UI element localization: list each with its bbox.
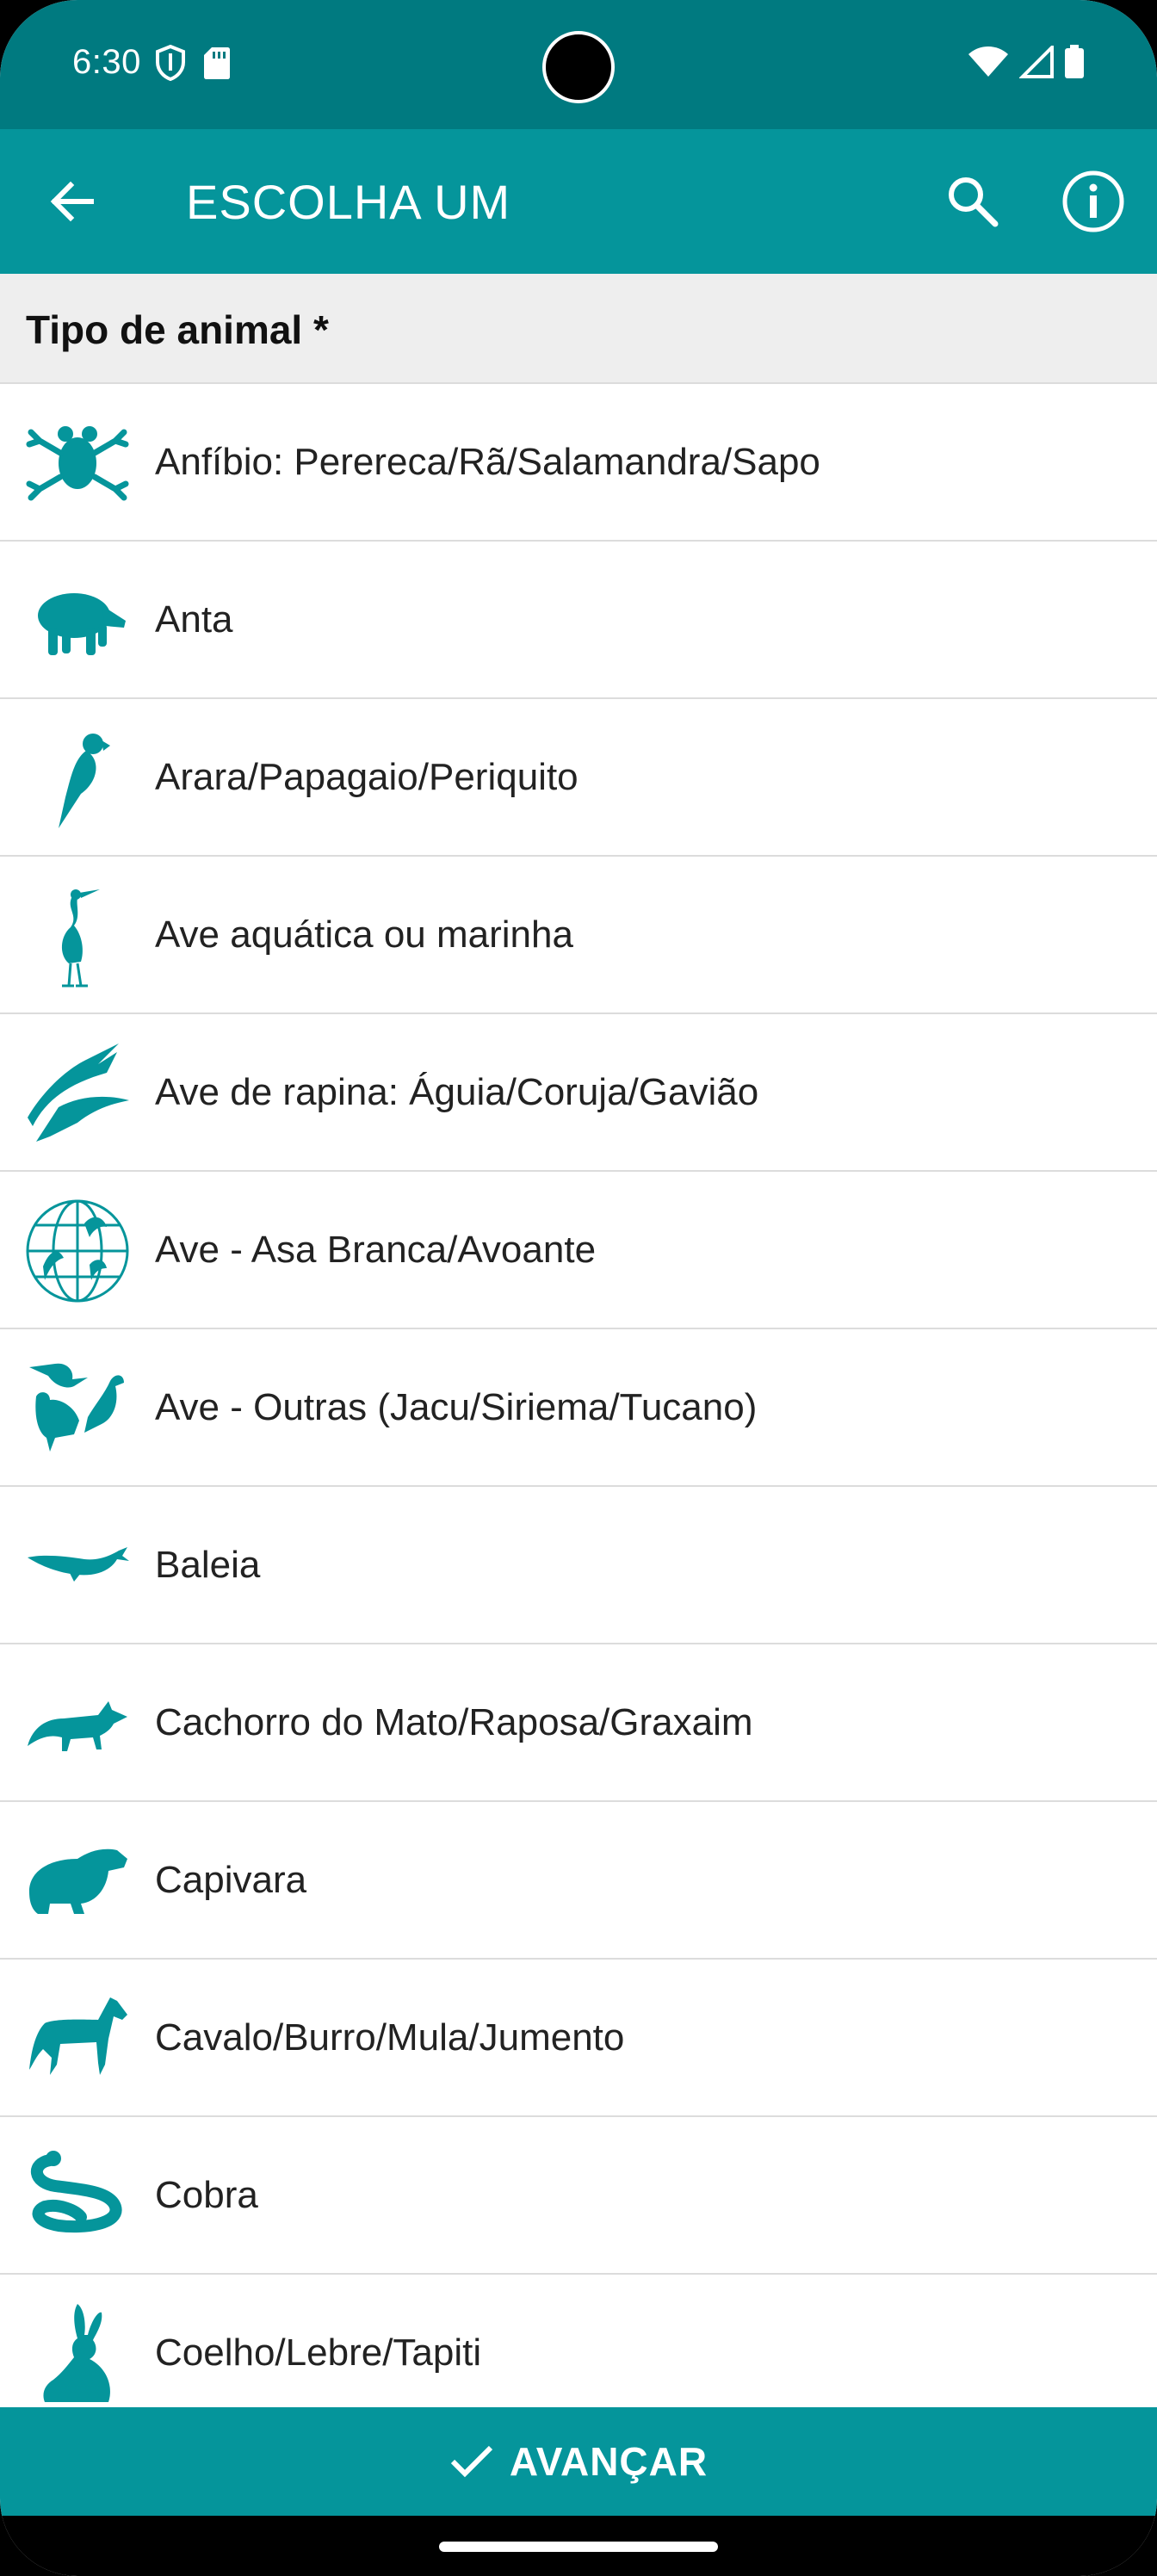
whale-icon: [28, 1547, 129, 1582]
animal-type-list: Anfíbio: Perereca/Rã/Salamandra/Sapo Ant…: [0, 384, 1157, 2407]
battery-icon: [1065, 45, 1084, 78]
wifi-icon: [968, 46, 1008, 77]
check-icon: [450, 2445, 493, 2478]
section-header: Tipo de animal *: [0, 274, 1157, 384]
capybara-icon: [29, 1848, 127, 1914]
search-icon[interactable]: [942, 170, 1004, 232]
list-item-label: Baleia: [155, 1544, 261, 1586]
list-item-cobra[interactable]: Cobra: [0, 2117, 1157, 2275]
list-item-capivara[interactable]: Capivara: [0, 1802, 1157, 1960]
signal-icon: [1019, 46, 1054, 78]
rabbit-icon: [43, 2304, 110, 2402]
page-title: ESCOLHA UM: [186, 175, 511, 229]
info-icon[interactable]: [1061, 169, 1126, 234]
snake-icon: [30, 2151, 122, 2233]
list-item-arara[interactable]: Arara/Papagaio/Periquito: [0, 699, 1157, 857]
camera-cutout: [542, 31, 615, 103]
list-item-cavalo[interactable]: Cavalo/Burro/Mula/Jumento: [0, 1960, 1157, 2117]
horse-icon: [29, 1997, 127, 2075]
list-item-label: Anta: [155, 598, 233, 641]
section-title: Tipo de animal *: [26, 307, 329, 352]
list-item-label: Anfíbio: Perereca/Rã/Salamandra/Sapo: [155, 441, 820, 483]
phone-screen: 6:30 ESCOLHA UM Tipo de animal * Anfíbio…: [0, 0, 1157, 2576]
shield-icon: [156, 45, 185, 81]
back-arrow-icon[interactable]: [45, 174, 100, 229]
list-item-label: Coelho/Lebre/Tapiti: [155, 2331, 482, 2374]
frog-icon: [26, 426, 129, 501]
navigation-bar: [0, 2516, 1157, 2576]
fox-icon: [28, 1701, 127, 1751]
heron-icon: [61, 889, 100, 988]
list-item-ave-aquatica[interactable]: Ave aquática ou marinha: [0, 857, 1157, 1014]
list-item-label: Cavalo/Burro/Mula/Jumento: [155, 2016, 625, 2059]
list-item-label: Ave aquática ou marinha: [155, 913, 573, 956]
list-item-label: Cobra: [155, 2174, 258, 2216]
list-item-label: Cachorro do Mato/Raposa/Graxaim: [155, 1701, 753, 1743]
list-item-asa-branca[interactable]: Ave - Asa Branca/Avoante: [0, 1172, 1157, 1329]
advance-button-label: AVANÇAR: [509, 2439, 708, 2484]
list-item-ave-rapina[interactable]: Ave de rapina: Águia/Coruja/Gavião: [0, 1014, 1157, 1172]
list-item-label: Ave - Asa Branca/Avoante: [155, 1229, 597, 1271]
list-item-label: Capivara: [155, 1859, 307, 1901]
list-item-label: Ave de rapina: Águia/Coruja/Gavião: [155, 1071, 759, 1113]
list-item-cachorro-mato[interactable]: Cachorro do Mato/Raposa/Graxaim: [0, 1644, 1157, 1802]
eagle-icon: [28, 1043, 129, 1142]
list-item-anta[interactable]: Anta: [0, 542, 1157, 699]
home-gesture-handle[interactable]: [439, 2542, 718, 2552]
globe-birds-icon: [26, 1199, 129, 1303]
birds-icon: [29, 1363, 124, 1452]
app-bar: ESCOLHA UM: [0, 129, 1157, 274]
advance-button[interactable]: AVANÇAR: [0, 2407, 1157, 2516]
list-item-label: Arara/Papagaio/Periquito: [155, 756, 578, 798]
list-item-coelho[interactable]: Coelho/Lebre/Tapiti: [0, 2275, 1157, 2407]
sd-card-icon: [204, 47, 230, 79]
list-item-label: Ave - Outras (Jacu/Siriema/Tucano): [155, 1386, 758, 1428]
status-bar: 6:30: [0, 0, 1157, 129]
parrot-icon: [59, 734, 110, 828]
status-time: 6:30: [72, 43, 141, 81]
list-item-anfibio[interactable]: Anfíbio: Perereca/Rã/Salamandra/Sapo: [0, 384, 1157, 542]
list-item-ave-outras[interactable]: Ave - Outras (Jacu/Siriema/Tucano): [0, 1329, 1157, 1487]
list-item-baleia[interactable]: Baleia: [0, 1487, 1157, 1644]
tapir-icon: [38, 593, 126, 655]
